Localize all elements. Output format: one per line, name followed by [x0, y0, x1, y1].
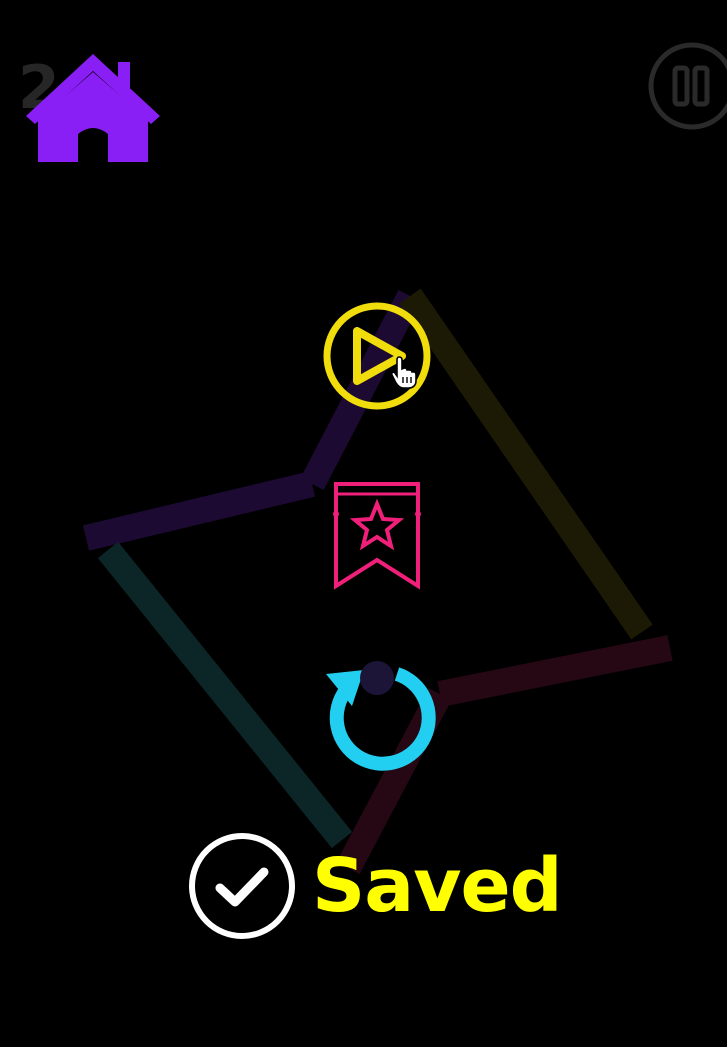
restart-button[interactable]: [318, 650, 436, 772]
shape-edge-yellow: [399, 288, 653, 640]
shape-edge-red-right: [437, 635, 673, 707]
saved-status: Saved: [186, 830, 563, 942]
checkmark-circle-icon: [189, 833, 295, 939]
home-button[interactable]: [22, 50, 164, 166]
bookmark-star-button[interactable]: [330, 480, 424, 592]
restart-icon: [326, 661, 436, 771]
bookmark-star-icon: [333, 482, 421, 590]
pause-button[interactable]: [646, 40, 727, 132]
home-icon: [26, 54, 160, 162]
pause-icon: [648, 42, 727, 130]
shape-edge-teal: [97, 541, 353, 849]
saved-label: Saved: [312, 843, 563, 929]
hand-cursor-icon: [390, 356, 417, 389]
shape-edge-purple-left: [82, 471, 316, 551]
